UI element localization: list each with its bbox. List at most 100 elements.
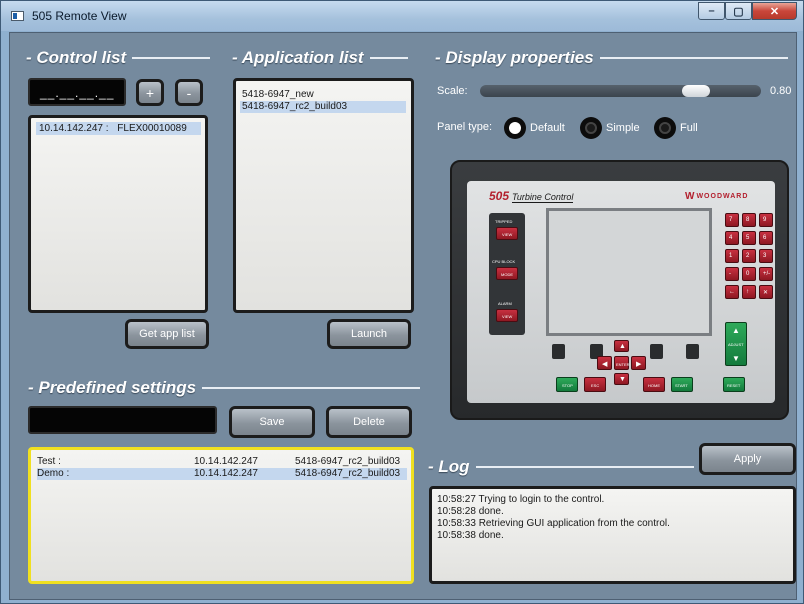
digit-3-key[interactable]: 3 (759, 249, 773, 263)
start-key[interactable]: START (671, 377, 693, 392)
arrow-right-key[interactable]: ▶ (631, 356, 646, 370)
application-list-item[interactable]: 5418-6947_new (240, 89, 406, 101)
arrow-left-key[interactable]: ◀ (597, 356, 612, 370)
digit-2-key[interactable]: 2 (742, 249, 756, 263)
clear-key[interactable]: ✕ (759, 285, 773, 299)
digit-6-key[interactable]: 6 (759, 231, 773, 245)
device-display (546, 208, 712, 336)
esc-key[interactable]: ESC (584, 377, 606, 392)
panel-type-full-label: Full (680, 122, 698, 134)
arrow-down-key[interactable]: ▼ (614, 373, 629, 385)
key-label: HOME (648, 383, 660, 388)
delete-button[interactable]: Delete (326, 406, 412, 438)
key-label: VIEW (502, 232, 513, 237)
alarm-view-key[interactable]: VIEW (496, 309, 518, 322)
get-app-list-button[interactable]: Get app list (125, 319, 209, 349)
application-list-heading-text: - Application list (232, 48, 364, 67)
enter-key[interactable]: ENTER (614, 356, 630, 370)
panel-type-simple-radio[interactable] (580, 117, 602, 139)
setting-row[interactable]: Test : 10.14.142.247 5418-6947_rc2_build… (37, 456, 407, 468)
stop-key[interactable]: STOP (556, 377, 578, 392)
softkey[interactable] (650, 344, 663, 359)
application-list-box[interactable]: 5418-6947_new 5418-6947_rc2_build03 (233, 78, 414, 313)
log-heading: - Log (428, 457, 694, 477)
adjust-up-icon: ▲ (732, 326, 740, 335)
predefined-settings-list[interactable]: Test : 10.14.142.247 5418-6947_rc2_build… (28, 447, 414, 584)
heading-rule (132, 57, 211, 59)
ip-address-input[interactable]: __.__.__.__ (28, 78, 126, 106)
digit-5-key[interactable]: 5 (742, 231, 756, 245)
arrow-up-key[interactable]: ▲ (614, 340, 629, 352)
close-button[interactable]: ✕ (752, 2, 797, 20)
save-button[interactable]: Save (229, 406, 315, 438)
cpu-block-label: CPU BLOCK (492, 259, 516, 264)
key-label: - (729, 271, 731, 277)
setting-row[interactable]: Demo : 10.14.142.247 5418-6947_rc2_build… (37, 468, 407, 480)
control-ip: 10.14.142.247 : (39, 123, 109, 134)
key-label: 9 (763, 217, 767, 223)
log-box[interactable]: 10:58:27 Trying to login to the control.… (429, 486, 796, 584)
key-label: 0 (746, 271, 750, 277)
minus-key[interactable]: - (725, 267, 739, 281)
shift-key[interactable]: ↑ (742, 285, 756, 299)
softkey[interactable] (552, 344, 565, 359)
radio-dot (585, 122, 597, 134)
key-label: 4 (729, 235, 733, 241)
digit-1-key[interactable]: 1 (725, 249, 739, 263)
tripped-view-key[interactable]: VIEW (496, 227, 518, 240)
device-status-column: TRIPPED VIEW CPU BLOCK MODE ALARM VIEW (489, 213, 525, 335)
heading-rule (599, 57, 788, 59)
apply-button[interactable]: Apply (699, 443, 796, 475)
application-list-heading: - Application list (232, 48, 408, 68)
launch-button[interactable]: Launch (327, 319, 411, 349)
setting-app: 5418-6947_rc2_build03 (295, 456, 401, 467)
device-logo: 505 Turbine Control (489, 189, 574, 203)
add-control-button[interactable]: + (136, 79, 164, 106)
backspace-key[interactable]: ← (725, 285, 739, 299)
heading-rule (202, 387, 421, 389)
digit-8-key[interactable]: 8 (742, 213, 756, 227)
woodward-icon: W (685, 191, 695, 202)
predefined-settings-heading-text: - Predefined settings (28, 378, 197, 397)
home-key[interactable]: HOME (643, 377, 665, 392)
setting-name: Demo : (37, 468, 70, 479)
setting-app: 5418-6947_rc2_build03 (295, 468, 401, 479)
panel-type-simple-label: Simple (606, 122, 640, 134)
key-label: ESC (591, 383, 600, 388)
mode-key[interactable]: MODE (496, 267, 518, 280)
control-list-item[interactable]: 10.14.142.247 : FLEX00010089 (36, 122, 201, 135)
panel-type-default-radio[interactable] (504, 117, 526, 139)
control-list-heading-text: - Control list (26, 48, 127, 67)
application-list-item[interactable]: 5418-6947_rc2_build03 (240, 101, 406, 113)
scale-slider-thumb[interactable] (682, 85, 710, 97)
remove-control-button[interactable]: - (175, 79, 203, 106)
plus-minus-key[interactable]: +/- (759, 267, 773, 281)
digit-4-key[interactable]: 4 (725, 231, 739, 245)
minimize-button[interactable]: – (698, 2, 725, 20)
setting-name-input[interactable] (28, 406, 217, 434)
predefined-settings-heading: - Predefined settings (28, 378, 421, 398)
control-list-box[interactable]: 10.14.142.247 : FLEX00010089 (28, 115, 208, 313)
log-line: 10:58:38 done. (437, 530, 504, 541)
maximize-button[interactable]: ▢ (725, 2, 752, 20)
heading-rule (369, 57, 408, 59)
log-line: 10:58:27 Trying to login to the control. (437, 494, 605, 505)
control-list-heading: - Control list (26, 48, 211, 68)
key-label: ADJUST (728, 342, 744, 347)
device-brand: 505 (489, 189, 510, 203)
adjust-key[interactable]: ▲ ADJUST ▼ (725, 322, 747, 366)
digit-9-key[interactable]: 9 (759, 213, 773, 227)
arrow-right-icon: ▶ (636, 361, 642, 368)
key-label: 6 (763, 235, 767, 241)
softkey[interactable] (686, 344, 699, 359)
scale-value: 0.80 (770, 85, 792, 97)
digit-7-key[interactable]: 7 (725, 213, 739, 227)
scale-slider[interactable] (480, 85, 761, 97)
digit-0-key[interactable]: 0 (742, 267, 756, 281)
device-faceplate: 505 Turbine Control W WOODWARD TRIPPED V… (467, 181, 775, 403)
log-line: 10:58:33 Retrieving GUI application from… (437, 518, 670, 529)
reset-key[interactable]: RESET (723, 377, 745, 392)
panel-type-full-radio[interactable] (654, 117, 676, 139)
key-label: STOP (562, 383, 573, 388)
key-label: 3 (763, 253, 767, 259)
